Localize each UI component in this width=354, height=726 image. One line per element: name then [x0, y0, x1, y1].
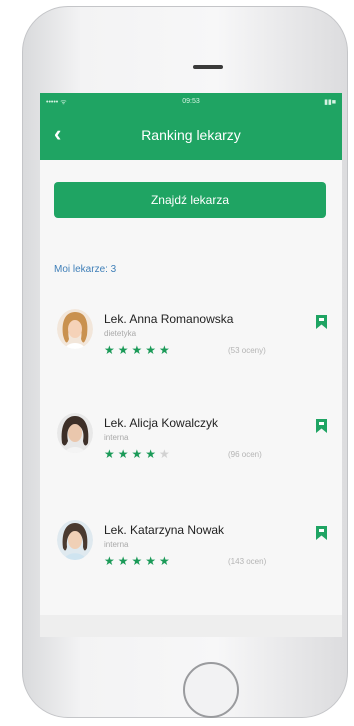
find-doctor-button[interactable]: Znajdź lekarza — [54, 182, 326, 218]
rating-stars: ★★★★★ — [104, 343, 173, 357]
status-bar: ••••• ᯤ 09:53 ▮▮■ — [40, 93, 342, 113]
review-count: (143 ocen) — [228, 557, 267, 566]
doctor-specialty: interna — [104, 433, 129, 442]
bookmark-icon[interactable] — [316, 526, 327, 540]
earpiece-speaker — [193, 65, 223, 69]
home-button[interactable] — [183, 662, 239, 718]
doctor-avatar — [57, 520, 93, 560]
review-count: (96 ocen) — [228, 450, 262, 459]
bookmark-icon[interactable] — [316, 315, 327, 329]
my-doctors-count: Moi lekarze: 3 — [54, 264, 117, 275]
bookmark-icon[interactable] — [316, 419, 327, 433]
screen-bottom-bar — [40, 615, 342, 637]
nav-bar: ‹ Ranking lekarzy — [40, 113, 342, 160]
doctor-avatar — [57, 413, 93, 453]
status-time: 09:53 — [182, 98, 200, 105]
doctor-specialty: interna — [104, 540, 129, 549]
doctor-name: Lek. Alicja Kowalczyk — [104, 416, 219, 430]
doctor-name: Lek. Katarzyna Nowak — [104, 523, 225, 537]
app-screen: ••••• ᯤ 09:53 ▮▮■ ‹ Ranking lekarzy Znaj… — [40, 93, 342, 637]
doctor-list-item[interactable]: Lek. Anna Romanowska dietetyka ★★★★★ (53… — [40, 309, 342, 379]
rating-stars: ★★★★★ — [104, 554, 173, 568]
battery-icon: ▮▮■ — [324, 99, 336, 106]
doctor-list-item[interactable]: Lek. Alicja Kowalczyk interna ★★★★★ (96 … — [40, 413, 342, 483]
review-count: (53 oceny) — [228, 346, 266, 355]
doctor-name: Lek. Anna Romanowska — [104, 312, 234, 326]
page-title: Ranking lekarzy — [141, 127, 241, 143]
doctor-specialty: dietetyka — [104, 329, 137, 338]
rating-stars: ★★★★★ — [104, 447, 173, 461]
doctor-list-item[interactable]: Lek. Katarzyna Nowak interna ★★★★★ (143 … — [40, 520, 342, 590]
doctor-avatar — [57, 309, 93, 349]
